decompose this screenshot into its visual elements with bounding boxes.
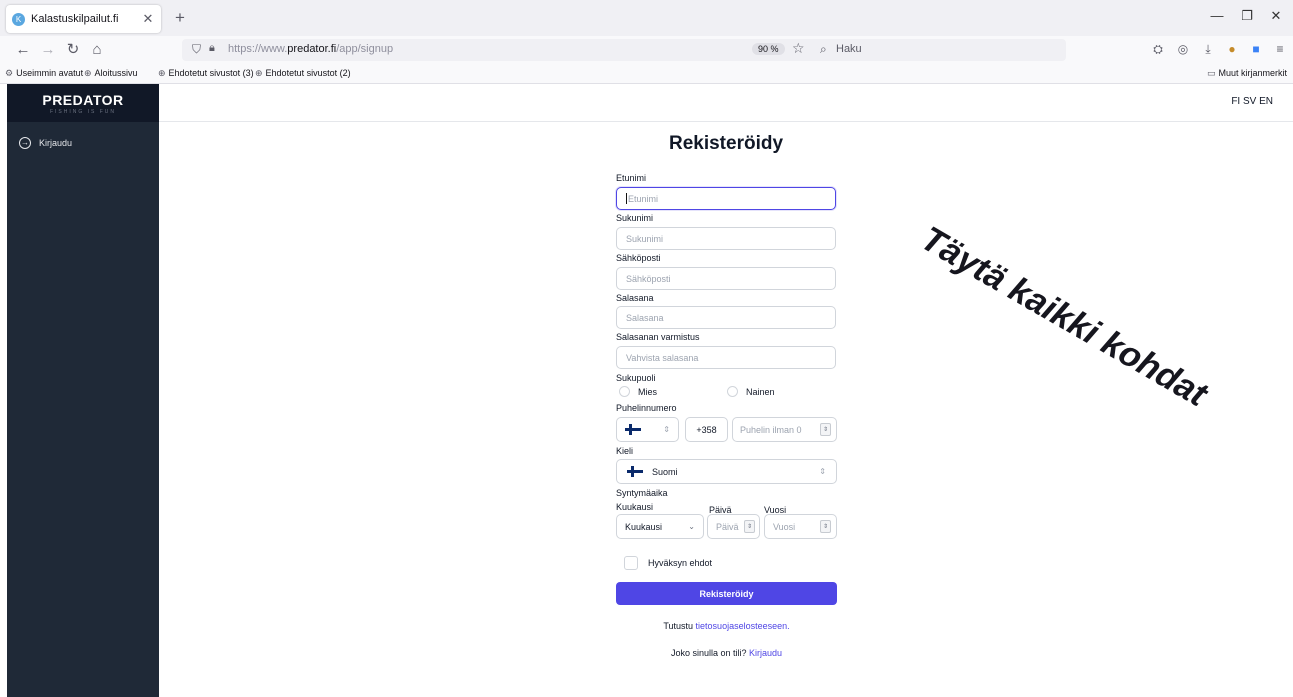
page-title: Rekisteröidy xyxy=(668,133,784,154)
gender-label: Sukupuoli xyxy=(616,373,656,383)
globe-icon: ⊕ xyxy=(158,68,166,78)
language-switcher[interactable]: FI SV EN xyxy=(1231,96,1273,107)
forward-icon[interactable]: → xyxy=(39,41,57,59)
last-name-label: Sukunimi xyxy=(616,213,654,223)
browser-tab[interactable]: K Kalastuskilpailut.fi ✕ xyxy=(6,5,161,33)
gender-radio-male[interactable]: Mies xyxy=(619,386,657,397)
sidebar-item-label: Kirjaudu xyxy=(39,138,73,148)
screen: K Kalastuskilpailut.fi ✕ + — ❐ ✕ ← → ↻ ⌂… xyxy=(0,0,1293,697)
spinner-icon[interactable]: ⇕ xyxy=(744,520,755,533)
app-sidebar: PREDATOR FISHING IS FUN → Kirjaudu xyxy=(7,84,159,697)
zoom-level[interactable]: 90 % xyxy=(752,43,785,55)
reload-icon[interactable]: ↻ xyxy=(64,41,82,59)
birth-month-select[interactable]: Kuukausi ⌄ xyxy=(616,514,704,539)
password-confirm-input[interactable]: Vahvista salasana xyxy=(616,346,836,369)
extension-icon[interactable]: ● xyxy=(1224,42,1240,56)
shield-icon[interactable]: ◎ xyxy=(1175,42,1191,56)
tab-title: Kalastuskilpailut.fi xyxy=(31,13,119,25)
birth-year-input[interactable]: Vuosi ⇕ xyxy=(764,514,837,539)
restore-icon[interactable]: ❐ xyxy=(1237,8,1257,24)
terms-checkbox[interactable] xyxy=(624,556,638,570)
first-name-input[interactable]: Etunimi xyxy=(616,187,836,210)
tracking-shield-icon[interactable]: ⛉ xyxy=(192,42,201,57)
password-input[interactable]: Salasana xyxy=(616,306,836,329)
globe-icon: ⊕ xyxy=(84,68,92,78)
logo-tagline: FISHING IS FUN xyxy=(49,109,117,115)
bookmark-other[interactable]: ▭ Muut kirjanmerkit xyxy=(1207,68,1287,79)
search-placeholder[interactable]: Haku xyxy=(836,43,862,55)
updown-icon: ⇕ xyxy=(819,467,826,476)
birthdate-label: Syntymäaika xyxy=(616,488,668,498)
phone-number-input[interactable]: Puhelin ilman 0 ⇕ xyxy=(732,417,837,442)
gear-icon: ⚙ xyxy=(5,68,14,78)
site-favicon-icon: K xyxy=(12,12,25,26)
language-label: Kieli xyxy=(616,446,634,456)
birth-day-input[interactable]: Päivä ⇕ xyxy=(707,514,760,539)
gender-radio-female[interactable]: Nainen xyxy=(727,386,775,397)
privacy-text: Tutustu tietosuojaselosteeseen. xyxy=(663,621,790,631)
login-text: Joko sinulla on tili? Kirjaudu xyxy=(670,648,783,658)
finland-flag-icon xyxy=(625,424,641,435)
account-icon[interactable]: ■ xyxy=(1248,42,1264,56)
logo-text: PREDATOR xyxy=(42,92,124,108)
lock-icon[interactable]: 🔒︎ xyxy=(209,42,215,55)
sidebar-item-login[interactable]: → Kirjaudu xyxy=(19,137,72,149)
phone-label: Puhelinnumero xyxy=(616,403,677,413)
globe-icon: ⊕ xyxy=(255,68,263,78)
bookmark-star-icon[interactable]: ☆ xyxy=(792,40,805,57)
privacy-link[interactable]: tietosuojaselosteeseen. xyxy=(696,621,790,631)
search-icon: ⌕ xyxy=(820,42,827,56)
spinner-icon[interactable]: ⇕ xyxy=(820,423,831,436)
url-text[interactable]: https://www.predator.fi/app/signup xyxy=(228,43,393,55)
home-icon[interactable]: ⌂ xyxy=(88,41,106,59)
last-name-input[interactable]: Sukunimi xyxy=(616,227,836,250)
bookmark-suggested-3[interactable]: ⊕ Ehdotetut sivustot (3) xyxy=(158,68,254,79)
birth-month-label: Kuukausi xyxy=(616,502,654,512)
app-header: FI SV EN xyxy=(159,84,1293,122)
bookmark-home[interactable]: ⊕ Aloitussivu xyxy=(84,68,138,79)
bookmark-suggested-2[interactable]: ⊕ Ehdotetut sivustot (2) xyxy=(255,68,351,79)
email-input[interactable]: Sähköposti xyxy=(616,267,836,290)
radio-circle[interactable] xyxy=(727,386,738,397)
login-icon: → xyxy=(19,137,31,149)
back-icon[interactable]: ← xyxy=(14,41,32,59)
phone-country-select[interactable]: ⇕ xyxy=(616,417,679,442)
password-label: Salasana xyxy=(616,293,654,303)
chevron-down-icon: ⌄ xyxy=(688,522,695,531)
minimize-icon[interactable]: — xyxy=(1207,8,1227,23)
finland-flag-icon xyxy=(627,466,643,477)
tab-close-icon[interactable]: ✕ xyxy=(141,11,155,27)
pocket-icon[interactable]: ⛭ xyxy=(1150,42,1166,57)
updown-icon: ⇕ xyxy=(663,425,670,434)
bookmark-most-visited[interactable]: ⚙ Useimmin avatut xyxy=(5,68,83,79)
folder-icon: ▭ xyxy=(1207,68,1216,78)
address-bar[interactable]: ⛉ 🔒︎ https://www.predator.fi/app/signup … xyxy=(182,39,1066,61)
login-link[interactable]: Kirjaudu xyxy=(749,648,782,658)
language-select[interactable]: Suomi ⇕ xyxy=(616,459,837,484)
window-close-icon[interactable]: ✕ xyxy=(1266,8,1286,24)
email-label: Sähköposti xyxy=(616,253,661,263)
radio-circle[interactable] xyxy=(619,386,630,397)
overlay-annotation: Täytä kaikki kohdat xyxy=(914,218,1214,415)
phone-country-code: +358 xyxy=(685,417,728,442)
spinner-icon[interactable]: ⇕ xyxy=(820,520,831,533)
bookmarks-bar: ⚙ Useimmin avatut ⊕ Aloitussivu ⊕ Ehdotetut… xyxy=(0,64,1293,84)
new-tab-icon[interactable]: + xyxy=(175,8,185,28)
password-confirm-label: Salasanan varmistus xyxy=(616,332,700,342)
logo[interactable]: PREDATOR FISHING IS FUN xyxy=(7,84,159,122)
terms-label: Hyväksyn ehdot xyxy=(648,558,713,568)
menu-icon[interactable]: ≡ xyxy=(1272,42,1288,56)
download-icon[interactable]: ⤓ xyxy=(1200,42,1216,57)
browser-navbar: ← → ↻ ⌂ ⛉ 🔒︎ https://www.predator.fi/app… xyxy=(0,36,1293,64)
first-name-label: Etunimi xyxy=(616,173,647,183)
browser-tabbar: K Kalastuskilpailut.fi ✕ + — ❐ ✕ xyxy=(0,0,1293,36)
register-button[interactable]: Rekisteröidy xyxy=(616,582,837,605)
